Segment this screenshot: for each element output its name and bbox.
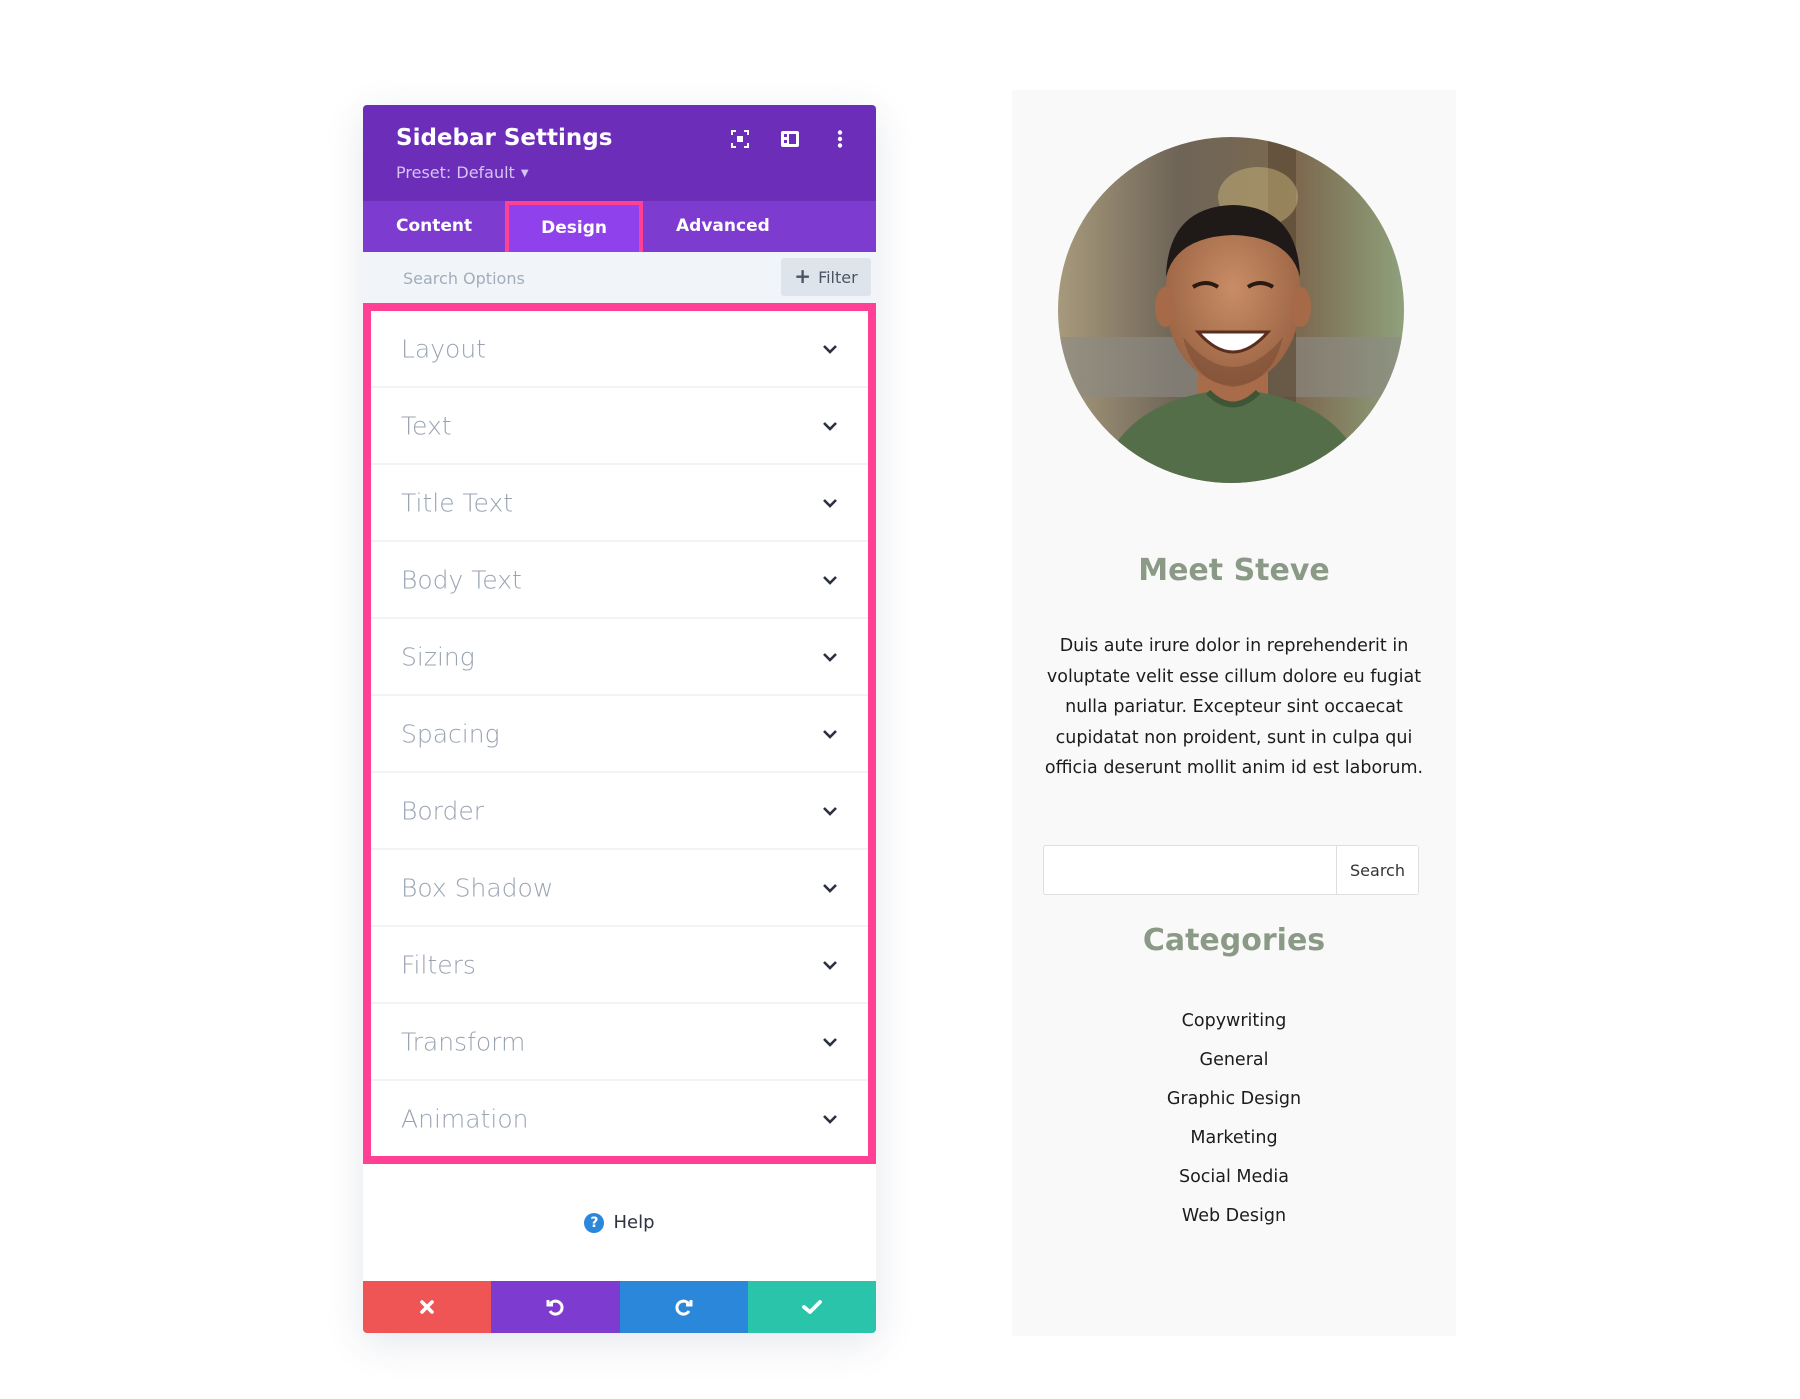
option-group-label: Border bbox=[401, 796, 485, 825]
undo-icon bbox=[546, 1299, 564, 1316]
redo-button[interactable] bbox=[619, 1281, 748, 1333]
bio-text: Duis aute irure dolor in reprehenderit i… bbox=[1044, 636, 1424, 778]
option-group-label: Animation bbox=[401, 1104, 529, 1133]
tab-design[interactable]: Design bbox=[505, 201, 644, 252]
option-group-label: Sizing bbox=[401, 642, 475, 671]
option-group-label: Box Shadow bbox=[401, 873, 554, 902]
option-group-title-text[interactable]: Title Text bbox=[371, 465, 868, 542]
sidebar-search-input[interactable] bbox=[1044, 846, 1336, 894]
option-group-label: Spacing bbox=[401, 719, 500, 748]
option-group-animation[interactable]: Animation bbox=[371, 1081, 868, 1156]
category-link[interactable]: Web Design bbox=[1012, 1197, 1456, 1236]
categories-list: Copywriting General Graphic Design Marke… bbox=[1012, 1002, 1456, 1236]
sidebar-preview: Meet Steve Duis aute irure dolor in repr… bbox=[1012, 90, 1456, 1336]
tab-advanced[interactable]: Advanced bbox=[643, 201, 803, 252]
help-area: ? Help bbox=[363, 1164, 876, 1281]
option-group-label: Text bbox=[401, 411, 452, 440]
search-options-row: + Filter bbox=[363, 252, 876, 305]
chevron-down-icon bbox=[823, 421, 837, 431]
save-button[interactable] bbox=[747, 1281, 876, 1333]
check-icon bbox=[801, 1300, 822, 1314]
chevron-down-icon bbox=[823, 960, 837, 970]
option-group-box-shadow[interactable]: Box Shadow bbox=[371, 850, 868, 927]
category-link[interactable]: Graphic Design bbox=[1012, 1080, 1456, 1119]
more-options-icon[interactable] bbox=[830, 129, 850, 149]
chevron-down-icon bbox=[823, 1037, 837, 1047]
category-link[interactable]: General bbox=[1012, 1041, 1456, 1080]
option-group-body-text[interactable]: Body Text bbox=[371, 542, 868, 619]
search-widget: Search bbox=[1043, 845, 1419, 895]
option-group-label: Body Text bbox=[401, 565, 522, 594]
option-group-label: Filters bbox=[401, 950, 476, 979]
category-link[interactable]: Social Media bbox=[1012, 1158, 1456, 1197]
category-link[interactable]: Marketing bbox=[1012, 1119, 1456, 1158]
focus-mode-icon[interactable] bbox=[730, 129, 750, 149]
chevron-down-icon bbox=[823, 344, 837, 354]
chevron-down-icon bbox=[823, 883, 837, 893]
option-group-text[interactable]: Text bbox=[371, 388, 868, 465]
option-group-border[interactable]: Border bbox=[371, 773, 868, 850]
option-group-label: Title Text bbox=[401, 488, 514, 517]
split-view-icon[interactable] bbox=[780, 129, 800, 149]
option-group-label: Transform bbox=[401, 1027, 526, 1056]
close-icon bbox=[420, 1300, 434, 1314]
tab-content[interactable]: Content bbox=[363, 201, 505, 252]
search-options-input[interactable] bbox=[401, 252, 755, 305]
panel-tabs: Content Design Advanced bbox=[363, 201, 876, 252]
redo-icon bbox=[675, 1299, 693, 1316]
chevron-down-icon bbox=[823, 652, 837, 662]
sidebar-search-button[interactable]: Search bbox=[1336, 846, 1418, 894]
plus-icon: + bbox=[794, 264, 812, 288]
profile-photo bbox=[1058, 137, 1404, 483]
sidebar-settings-panel: Sidebar Settings Preset: Default ▼ Conte… bbox=[363, 105, 876, 1333]
chevron-down-icon bbox=[823, 729, 837, 739]
discard-button[interactable] bbox=[363, 1281, 492, 1333]
filter-label: Filter bbox=[818, 267, 858, 287]
option-group-spacing[interactable]: Spacing bbox=[371, 696, 868, 773]
panel-header: Sidebar Settings Preset: Default ▼ bbox=[363, 105, 876, 201]
chevron-down-icon bbox=[823, 575, 837, 585]
panel-title: Sidebar Settings bbox=[396, 125, 613, 151]
chevron-down-icon bbox=[823, 806, 837, 816]
help-question-icon[interactable]: ? bbox=[584, 1212, 605, 1233]
option-group-sizing[interactable]: Sizing bbox=[371, 619, 868, 696]
undo-button[interactable] bbox=[491, 1281, 620, 1333]
header-icons bbox=[730, 129, 850, 149]
option-group-label: Layout bbox=[401, 334, 486, 363]
meet-heading: Meet Steve bbox=[1138, 553, 1330, 588]
categories-heading: Categories bbox=[1142, 923, 1326, 958]
chevron-down-icon bbox=[823, 498, 837, 508]
option-group-transform[interactable]: Transform bbox=[371, 1004, 868, 1081]
option-group-filters[interactable]: Filters bbox=[371, 927, 868, 1004]
panel-action-bar bbox=[363, 1281, 876, 1333]
chevron-down-icon bbox=[823, 1114, 837, 1124]
preset-dropdown[interactable]: Preset: Default ▼ bbox=[396, 163, 529, 182]
filter-button[interactable]: + Filter bbox=[781, 258, 871, 296]
option-groups-list: Layout Text Title Text Body Text Sizing … bbox=[363, 303, 876, 1164]
option-group-layout[interactable]: Layout bbox=[371, 311, 868, 388]
preset-label: Preset: Default bbox=[396, 163, 515, 182]
caret-down-icon: ▼ bbox=[520, 168, 529, 179]
help-link[interactable]: Help bbox=[613, 1212, 654, 1233]
category-link[interactable]: Copywriting bbox=[1012, 1002, 1456, 1041]
